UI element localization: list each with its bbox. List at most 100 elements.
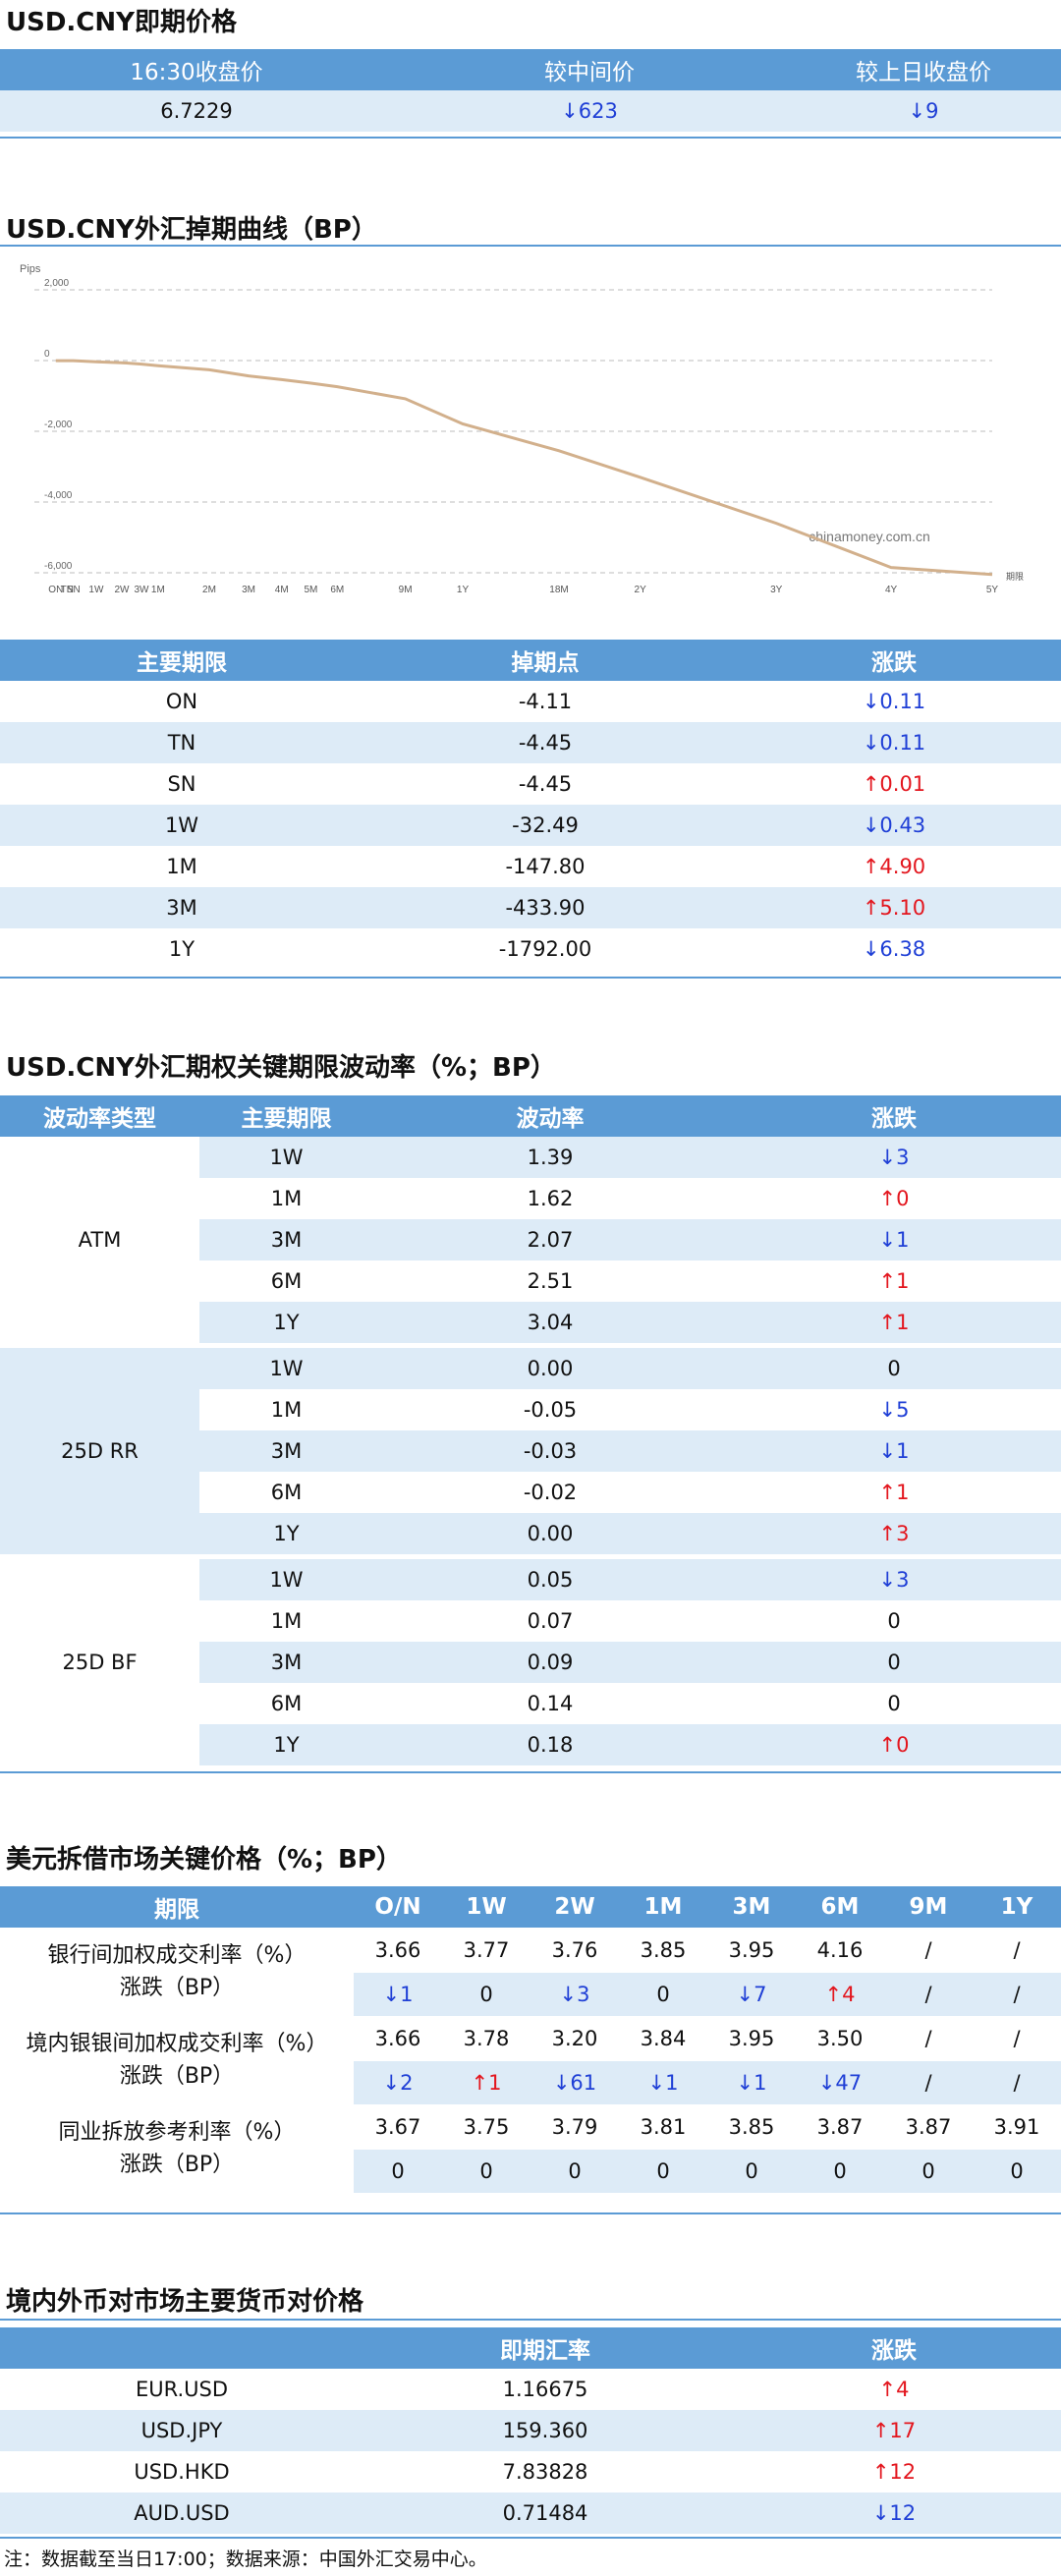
fx-change: ↓12 xyxy=(727,2492,1061,2534)
divider xyxy=(0,245,1061,247)
vol-value: 0.05 xyxy=(373,1554,727,1600)
vol-type: ATM xyxy=(0,1137,199,1346)
spot-table: 16:30收盘价 较中间价 较上日收盘价 6.7229 ↓623 ↓9 xyxy=(0,49,1061,132)
vol-change: ↓3 xyxy=(727,1554,1061,1600)
x-tick-label: 4M xyxy=(275,585,289,595)
swap-change: ↓0.11 xyxy=(727,722,1061,763)
swap-term: 3M xyxy=(0,887,363,928)
swap-term: ON xyxy=(165,690,198,713)
lending-header-2: 1W xyxy=(442,1886,530,1928)
vol-change: ↑1 xyxy=(878,1481,910,1504)
vol-header-vol: 波动率 xyxy=(373,1095,727,1137)
lending-rate: 3.85 xyxy=(728,2115,775,2139)
lending-change: ↓2 xyxy=(354,2061,442,2104)
swap-term: SN xyxy=(167,772,196,796)
vol-term: 1M xyxy=(270,1187,303,1210)
lending-table: 期限 O/N 1W 2W 1M 3M 6M 9M 1Y 银行间加权成交利率（%） 涨跌（BP） 3.… xyxy=(0,1886,1061,2193)
x-tick-label: 4Y xyxy=(885,585,898,595)
table-row: 3M -433.90 ↑5.10 xyxy=(0,887,1061,928)
swap-term: TN xyxy=(0,722,363,763)
lending-change: 0 xyxy=(442,1973,530,2016)
lending-change: ↓1 xyxy=(707,2061,796,2104)
vol-value: 0.18 xyxy=(373,1724,727,1765)
lending-rate: 3.20 xyxy=(551,2027,598,2050)
lending-change: ↑4 xyxy=(796,1973,884,2016)
vol-change: ↓1 xyxy=(727,1430,1061,1472)
vol-term: 1M xyxy=(270,1398,303,1422)
vol-term: 1W xyxy=(199,1137,373,1178)
y-tick-label: -6,000 xyxy=(44,561,73,572)
vol-term: 6M xyxy=(270,1481,303,1504)
lending-row-label: 境内银银间加权成交利率（%） 涨跌（BP） xyxy=(0,2016,354,2104)
fx-rate: 7.83828 xyxy=(502,2460,588,2484)
spot-header-vs-mid: 较中间价 xyxy=(393,49,786,90)
lending-change: 0 xyxy=(442,2150,530,2193)
swap-points: -147.80 xyxy=(505,855,586,878)
spot-vs-prev-value: ↓9 xyxy=(786,90,1061,132)
lending-rate: 3.79 xyxy=(551,2115,598,2139)
lending-change: 0 xyxy=(530,2150,619,2193)
x-tick-label: 1M xyxy=(151,585,165,595)
lending-rate: 3.95 xyxy=(728,2027,775,2050)
vol-change: 0 xyxy=(727,1642,1061,1683)
fx-pair: USD.JPY xyxy=(0,2410,363,2451)
swap-change: ↓0.11 xyxy=(862,690,926,713)
lending-rate: 3.66 xyxy=(374,1938,421,1962)
lending-row-label: 银行间加权成交利率（%） 涨跌（BP） xyxy=(0,1928,354,2016)
lending-change: 0 xyxy=(707,2150,796,2193)
lending-header-4: 1M xyxy=(619,1886,707,1928)
vol-value: 0.00 xyxy=(373,1343,727,1389)
spot-title: USD.CNY即期价格 xyxy=(6,8,237,37)
vol-header-change: 涨跌 xyxy=(727,1095,1061,1137)
lending-change: 0 xyxy=(884,2150,973,2193)
y-axis-label: Pips xyxy=(20,263,41,275)
table-row: 银行间加权成交利率（%） 涨跌（BP） 3.66 3.77 3.76 3.85 3.95 4.… xyxy=(0,1928,1061,2000)
lending-rate: 4.16 xyxy=(816,1938,864,1962)
lending-change: ↓61 xyxy=(530,2061,619,2104)
lending-change: 0 xyxy=(973,2150,1061,2193)
vol-value: 0.07 xyxy=(527,1609,574,1633)
swap-change: ↓0.43 xyxy=(727,805,1061,846)
lending-change: ↓47 xyxy=(796,2061,884,2104)
table-row: 同业拆放参考利率（%） 涨跌（BP） 3.67 3.75 3.79 3.81 3.85 3.8… xyxy=(0,2104,1061,2177)
table-row: ON -4.11 ↓0.11 xyxy=(0,681,1061,722)
fx-rate: 1.16675 xyxy=(502,2378,588,2401)
fx-table: 即期汇率 涨跌 EUR.USD 1.16675 ↑4 USD.JPY 159.360 ↑1… xyxy=(0,2327,1061,2534)
spot-vs-mid-value: ↓623 xyxy=(393,90,786,132)
swap-change: ↑0.01 xyxy=(862,772,926,796)
vol-term: 3M xyxy=(199,1430,373,1472)
x-tick-label: 3M xyxy=(242,585,255,595)
fx-rate: 0.71484 xyxy=(363,2492,727,2534)
vol-term: 6M xyxy=(270,1692,303,1715)
vol-term: 3M xyxy=(199,1219,373,1260)
fx-change: ↑12 xyxy=(871,2460,917,2484)
vol-value: -0.03 xyxy=(373,1430,727,1472)
table-row: ATM 1W 1.39 ↓3 xyxy=(0,1137,1061,1346)
x-axis-label: 期限 xyxy=(1006,572,1024,582)
fx-header-rate: 即期汇率 xyxy=(363,2327,727,2369)
swap-header-change: 涨跌 xyxy=(727,640,1061,681)
table-row: USD.JPY 159.360 ↑17 xyxy=(0,2410,1061,2451)
table-row: 25D RR 1W 0.00 0 xyxy=(0,1343,1061,1557)
vol-change: ↑3 xyxy=(727,1513,1061,1557)
lending-rate: 3.87 xyxy=(905,2115,952,2139)
table-row: TN -4.45 ↓0.11 xyxy=(0,722,1061,763)
lending-rate: 3.87 xyxy=(816,2115,864,2139)
lending-row-label-change: 涨跌（BP） xyxy=(119,2064,235,2089)
lending-rate: 3.50 xyxy=(816,2027,864,2050)
swap-change: ↓6.38 xyxy=(862,937,926,961)
lending-rate: 3.78 xyxy=(463,2027,510,2050)
fx-title: 境内外币对市场主要货币对价格 xyxy=(6,2287,364,2317)
lending-row-label-rate: 银行间加权成交利率（%） xyxy=(47,1943,307,1968)
vol-change: ↑1 xyxy=(878,1269,910,1293)
table-row: 1M -147.80 ↑4.90 xyxy=(0,846,1061,887)
table-row: 1W -32.49 ↓0.43 xyxy=(0,805,1061,846)
vol-term: 1M xyxy=(270,1609,303,1633)
lending-rate: / xyxy=(924,2027,932,2050)
swap-curve-title: USD.CNY外汇掉期曲线（BP） xyxy=(6,215,377,245)
lending-title: 美元拆借市场关键价格（%；BP） xyxy=(6,1845,402,1875)
vol-change: ↓5 xyxy=(878,1398,910,1422)
lending-rate: / xyxy=(1013,1938,1021,1962)
lending-change: 0 xyxy=(619,1973,707,2016)
lending-header-8: 1Y xyxy=(973,1886,1061,1928)
